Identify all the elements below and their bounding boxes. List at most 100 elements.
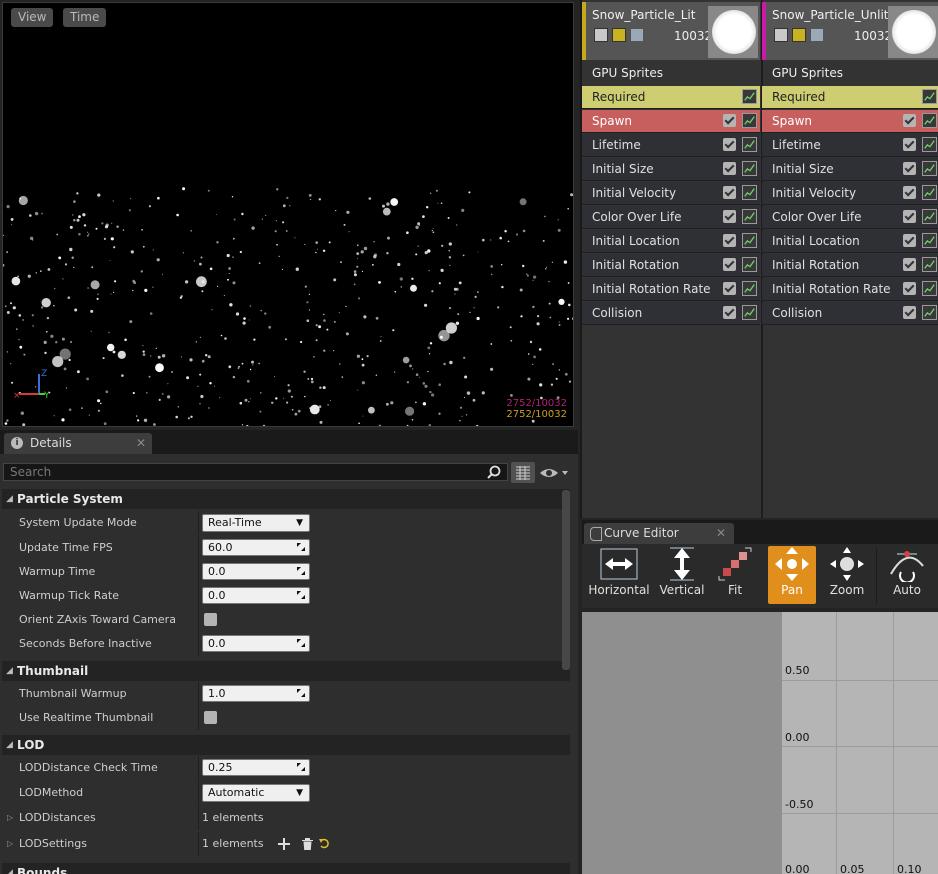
warmup-time-input[interactable]: 0.0 (202, 563, 310, 580)
module-lifetime[interactable]: Lifetime (762, 134, 938, 157)
use-realtime-thumbnail-checkbox[interactable] (204, 711, 217, 724)
curve-graph-icon[interactable] (922, 137, 937, 152)
module-collision[interactable]: Collision (762, 302, 938, 325)
curve-graph-icon[interactable] (742, 281, 757, 296)
vertical-button[interactable]: Vertical (654, 546, 710, 604)
module-enable-checkbox[interactable] (903, 282, 916, 295)
lod-method-select[interactable]: Automatic ▼ (202, 784, 310, 802)
details-scrollbar[interactable] (562, 490, 570, 670)
curve-graph-icon[interactable] (742, 257, 757, 272)
update-time-fps-input[interactable]: 60.0 (202, 539, 310, 556)
module-enable-checkbox[interactable] (723, 162, 736, 175)
eye-icon[interactable] (538, 463, 570, 483)
thumbnail-warmup-input[interactable]: 1.0 (202, 685, 310, 702)
auto-button[interactable]: Auto (882, 546, 932, 604)
module-initial-rotation-rate[interactable]: Initial Rotation Rate (582, 278, 760, 301)
expand-arrow-icon[interactable]: ▷ (7, 806, 13, 830)
lod-distance-check-time-input[interactable]: 0.25 (202, 759, 310, 776)
curve-graph-icon[interactable] (742, 185, 757, 200)
curve-graph-icon[interactable] (922, 113, 937, 128)
curve-graph[interactable]: 0.50 0.00 -0.50 0.00 0.05 0.10 (782, 612, 938, 874)
curve-graph-icon[interactable] (742, 209, 757, 224)
module-enable-checkbox[interactable] (903, 162, 916, 175)
module-initial-velocity[interactable]: Initial Velocity (762, 182, 938, 205)
details-tab[interactable]: i Details ✕ (4, 433, 152, 454)
module-collision[interactable]: Collision (582, 302, 760, 325)
fit-button[interactable]: Fit (712, 546, 758, 604)
module-enable-checkbox[interactable] (723, 138, 736, 151)
module-spawn[interactable]: Spawn (582, 110, 760, 133)
module-initial-size[interactable]: Initial Size (582, 158, 760, 181)
orient-zaxis-checkbox[interactable] (204, 613, 217, 626)
module-initial-location[interactable]: Initial Location (762, 230, 938, 253)
horizontal-button[interactable]: Horizontal (588, 546, 650, 604)
time-button[interactable]: Time (63, 8, 107, 27)
emitter-header[interactable]: Snow_Particle_Lit 10032 (582, 2, 760, 60)
curve-graph-icon[interactable] (742, 113, 757, 128)
warmup-tick-rate-input[interactable]: 0.0 (202, 587, 310, 604)
close-icon[interactable]: ✕ (136, 433, 146, 454)
module-color-over-life[interactable]: Color Over Life (582, 206, 760, 229)
drag-handle-icon[interactable] (296, 688, 306, 698)
module-initial-rotation[interactable]: Initial Rotation (762, 254, 938, 277)
section-lod[interactable]: ◢ LOD (2, 735, 570, 755)
curve-editor-area[interactable]: 0.50 0.00 -0.50 0.00 0.05 0.10 (582, 612, 938, 874)
module-enable-checkbox[interactable] (723, 258, 736, 271)
drag-handle-icon[interactable] (296, 542, 306, 552)
module-initial-velocity[interactable]: Initial Velocity (582, 182, 760, 205)
trash-icon[interactable] (302, 838, 313, 850)
curve-graph-icon[interactable] (742, 305, 757, 320)
module-color-over-life[interactable]: Color Over Life (762, 206, 938, 229)
module-initial-size[interactable]: Initial Size (762, 158, 938, 181)
module-initial-rotation[interactable]: Initial Rotation (582, 254, 760, 277)
curve-graph-icon[interactable] (922, 161, 937, 176)
expand-arrow-icon[interactable]: ▷ (7, 832, 13, 856)
render-mode-icon[interactable] (612, 28, 626, 42)
prop-lod-settings[interactable]: ▷ LODSettings 1 elements (2, 832, 570, 856)
module-enable-checkbox[interactable] (903, 138, 916, 151)
curve-graph-icon[interactable] (922, 305, 937, 320)
module-enable-checkbox[interactable] (723, 282, 736, 295)
section-particle-system[interactable]: ◢ Particle System (2, 489, 570, 509)
curve-graph-icon[interactable] (742, 233, 757, 248)
add-element-icon[interactable] (278, 838, 290, 850)
curve-graph-icon[interactable] (742, 137, 757, 152)
module-required[interactable]: Required (762, 86, 938, 109)
module-enable-checkbox[interactable] (903, 258, 916, 271)
section-bounds[interactable]: ◢ Bounds (2, 863, 570, 874)
enable-checkbox-icon[interactable] (774, 28, 788, 42)
module-enable-checkbox[interactable] (903, 306, 916, 319)
seconds-before-inactive-input[interactable]: 0.0 (202, 635, 310, 652)
search-input[interactable] (3, 463, 508, 481)
drag-handle-icon[interactable] (296, 566, 306, 576)
module-lifetime[interactable]: Lifetime (582, 134, 760, 157)
module-required[interactable]: Required (582, 86, 760, 109)
drag-handle-icon[interactable] (296, 762, 306, 772)
curve-track-list[interactable] (582, 612, 782, 874)
search-icon[interactable] (487, 465, 501, 479)
module-enable-checkbox[interactable] (903, 114, 916, 127)
particle-viewport[interactable]: View Time × Z Y 2752/10032 2752/10032 (2, 2, 574, 427)
pan-button[interactable]: Pan (768, 546, 816, 604)
drag-handle-icon[interactable] (296, 590, 306, 600)
system-update-mode-select[interactable]: Real-Time ▼ (202, 514, 310, 532)
property-matrix-button[interactable] (511, 462, 535, 483)
module-enable-checkbox[interactable] (723, 186, 736, 199)
module-initial-location[interactable]: Initial Location (582, 230, 760, 253)
drag-handle-icon[interactable] (296, 638, 306, 648)
curve-graph-icon[interactable] (922, 233, 937, 248)
solo-icon[interactable] (810, 28, 824, 42)
module-initial-rotation-rate[interactable]: Initial Rotation Rate (762, 278, 938, 301)
zoom-button[interactable]: Zoom (822, 546, 872, 604)
module-enable-checkbox[interactable] (903, 234, 916, 247)
module-spawn[interactable]: Spawn (762, 110, 938, 133)
enable-checkbox-icon[interactable] (594, 28, 608, 42)
curve-graph-icon[interactable] (922, 281, 937, 296)
curve-editor-tab[interactable]: Curve Editor ✕ (584, 523, 734, 544)
curve-graph-icon[interactable] (922, 209, 937, 224)
view-button[interactable]: View (11, 8, 54, 27)
curve-graph-icon[interactable] (742, 161, 757, 176)
curve-graph-icon[interactable] (922, 257, 937, 272)
solo-icon[interactable] (630, 28, 644, 42)
module-enable-checkbox[interactable] (723, 306, 736, 319)
